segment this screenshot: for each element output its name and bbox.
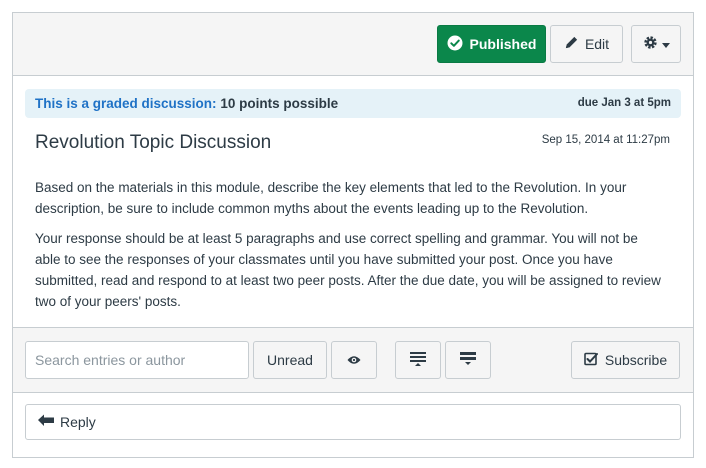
reply-button[interactable]: Reply [25, 404, 681, 440]
checkbox-icon [584, 352, 598, 369]
expand-threads-icon [459, 351, 477, 370]
body-paragraph: Your response should be at least 5 parag… [35, 231, 661, 309]
edit-button[interactable]: Edit [550, 25, 623, 63]
gear-icon [643, 35, 658, 53]
subscribe-button[interactable]: Subscribe [571, 341, 680, 379]
body-paragraph: Based on the materials in this module, d… [35, 180, 627, 216]
due-date: due Jan 3 at 5pm [577, 97, 671, 109]
mark-all-read-button[interactable] [331, 341, 377, 379]
search-input[interactable] [25, 341, 249, 379]
published-button[interactable]: Published [437, 25, 546, 63]
reply-arrow-icon [38, 414, 54, 430]
graded-discussion-banner: This is a graded discussion: 10 points p… [25, 89, 681, 118]
check-circle-icon [447, 35, 463, 54]
points-possible: 10 points possible [220, 96, 339, 111]
discussion-body: Based on the materials in this module, d… [35, 177, 665, 321]
eye-icon [347, 352, 361, 368]
discussion-toolbar: Unread [13, 327, 693, 393]
caret-down-icon [661, 36, 670, 52]
discussion-panel: Published Edit This is a graded discussi… [12, 12, 694, 458]
expand-threads-button[interactable] [445, 341, 491, 379]
settings-menu-button[interactable] [631, 25, 681, 63]
reply-label: Reply [60, 414, 96, 430]
pencil-icon [564, 35, 579, 53]
published-label: Published [469, 36, 537, 52]
edit-label: Edit [584, 36, 610, 52]
subscribe-label: Subscribe [604, 352, 668, 368]
discussion-header-bar: Published Edit [13, 13, 693, 76]
collapse-threads-icon [409, 351, 427, 370]
unread-filter-button[interactable]: Unread [253, 341, 327, 379]
graded-label: This is a graded discussion: [35, 96, 217, 111]
discussion-title: Revolution Topic Discussion [35, 132, 272, 153]
post-date: Sep 15, 2014 at 11:27pm [541, 134, 670, 146]
collapse-threads-button[interactable] [395, 341, 441, 379]
